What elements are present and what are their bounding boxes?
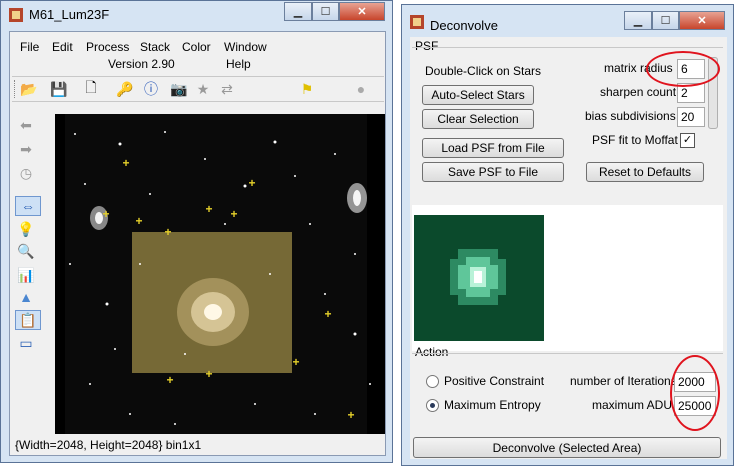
- back-arrow-icon[interactable]: ⬅: [17, 116, 35, 134]
- star-marker[interactable]: +: [345, 409, 357, 421]
- maximize-button[interactable]: ☐: [312, 2, 339, 21]
- positive-constraint-radio[interactable]: [426, 375, 439, 388]
- psf-fit-label: PSF fit to Moffat: [592, 133, 678, 147]
- star-marker[interactable]: +: [120, 157, 132, 169]
- star-marker[interactable]: +: [322, 308, 334, 320]
- minimize-button[interactable]: ▁: [624, 11, 652, 30]
- flag-icon[interactable]: ⚑: [298, 80, 316, 98]
- positive-constraint-label[interactable]: Positive Constraint: [444, 374, 544, 388]
- close-icon: ✕: [357, 6, 367, 18]
- menu-edit[interactable]: Edit: [52, 40, 73, 54]
- maximize-button[interactable]: ☐: [652, 11, 679, 30]
- psf-kernel: [450, 249, 506, 305]
- histogram-icon[interactable]: 📊: [17, 266, 35, 284]
- star-marker[interactable]: +: [203, 203, 215, 215]
- help-icon[interactable]: ⓘ: [142, 80, 160, 98]
- close-button[interactable]: ✕: [339, 2, 385, 21]
- image-window-client: File Edit Process Stack Color Window Ver…: [9, 31, 386, 456]
- menu-process[interactable]: Process: [86, 40, 129, 54]
- pan-icon[interactable]: ⇔: [15, 196, 41, 216]
- maximum-entropy-label[interactable]: Maximum Entropy: [444, 398, 541, 412]
- psf-preview: [412, 205, 723, 351]
- lightbulb-icon[interactable]: 💡: [17, 220, 35, 238]
- new-document-icon[interactable]: 🗋: [82, 79, 100, 98]
- menu-color[interactable]: Color: [182, 40, 211, 54]
- key-icon[interactable]: 🔑: [116, 80, 134, 98]
- maximum-entropy-radio[interactable]: [426, 399, 439, 412]
- max-adu-label: maximum ADU: [592, 398, 673, 412]
- version-label: Version 2.90: [108, 57, 175, 71]
- bias-subdivisions-input[interactable]: 20: [677, 107, 705, 127]
- minimize-icon: ▁: [633, 15, 643, 27]
- close-button[interactable]: ✕: [679, 11, 725, 30]
- astro-image[interactable]: [55, 114, 385, 434]
- app-icon: [410, 15, 424, 29]
- image-window-titlebar[interactable]: M61_Lum23F ▁ ☐ ✕: [1, 1, 392, 29]
- minimize-button[interactable]: ▁: [284, 2, 312, 21]
- tool-strip: ⬅ ➡ ◷ ⇔ 💡 🔍 📊 ▲ 📋 ▭: [12, 104, 42, 424]
- star-marker[interactable]: +: [228, 208, 240, 220]
- zoom-icon[interactable]: 🔍: [17, 242, 35, 260]
- sharpen-count-label: sharpen count: [600, 85, 677, 99]
- deconvolve-titlebar[interactable]: Deconvolve ▁ ☐ ✕: [402, 5, 733, 33]
- iterations-label: number of Iterations: [570, 374, 677, 388]
- stack-icon[interactable]: ▲: [17, 288, 35, 306]
- maximize-icon: ☐: [320, 6, 331, 18]
- star-marker[interactable]: +: [100, 208, 112, 220]
- deconvolve-window: Deconvolve ▁ ☐ ✕ PSF Double-Click on Sta…: [401, 4, 734, 466]
- clipboard-icon[interactable]: 📋: [15, 310, 41, 330]
- menu-window[interactable]: Window: [224, 40, 267, 54]
- status-bar: {Width=2048, Height=2048} bin1x1: [10, 435, 385, 455]
- save-psf-button[interactable]: Save PSF to File: [422, 162, 564, 182]
- image-window-title: M61_Lum23F: [29, 7, 110, 22]
- star-marker[interactable]: +: [133, 215, 145, 227]
- window-icon[interactable]: ▭: [17, 334, 35, 352]
- double-click-label: Double-Click on Stars: [425, 64, 542, 78]
- auto-select-stars-button[interactable]: Auto-Select Stars: [422, 85, 534, 105]
- star-marker[interactable]: +: [162, 226, 174, 238]
- reset-defaults-button[interactable]: Reset to Defaults: [586, 162, 704, 182]
- arrows-icon[interactable]: ⇄: [218, 80, 236, 98]
- deconvolve-client: PSF Double-Click on Stars Auto-Select St…: [410, 37, 727, 459]
- app-icon: [9, 8, 23, 22]
- close-icon: ✕: [697, 15, 707, 27]
- bias-subdivisions-label: bias subdivisions: [585, 109, 676, 123]
- save-icon[interactable]: 💾: [50, 80, 68, 98]
- minimize-icon: ▁: [293, 6, 303, 18]
- deconvolve-button[interactable]: Deconvolve (Selected Area): [413, 437, 721, 458]
- star-marker[interactable]: +: [246, 177, 258, 189]
- psf-fit-checkbox[interactable]: ✓: [680, 133, 695, 148]
- image-window: M61_Lum23F ▁ ☐ ✕ File Edit Process Stack…: [0, 0, 393, 463]
- maximize-icon: ☐: [660, 15, 671, 27]
- deconvolve-title: Deconvolve: [430, 18, 498, 33]
- star-icon[interactable]: ★: [194, 80, 212, 98]
- forward-arrow-icon[interactable]: ➡: [17, 140, 35, 158]
- menu-file[interactable]: File: [20, 40, 39, 54]
- status-text: {Width=2048, Height=2048} bin1x1: [15, 438, 202, 452]
- star-marker[interactable]: +: [164, 374, 176, 386]
- toolbar: 📂 💾 🗋 🔑 ⓘ 📷 ★ ⇄ ⚑ ●: [12, 76, 384, 102]
- open-folder-icon[interactable]: 📂: [20, 80, 38, 98]
- annotation-ellipse-action: [670, 355, 720, 431]
- clear-selection-button[interactable]: Clear Selection: [422, 109, 534, 129]
- load-psf-button[interactable]: Load PSF from File: [422, 138, 564, 158]
- annotation-ellipse-matrix: [646, 51, 720, 87]
- star-marker[interactable]: +: [290, 356, 302, 368]
- camera-icon[interactable]: 📷: [170, 80, 188, 98]
- toolbar-grip[interactable]: [14, 80, 17, 98]
- circle-icon[interactable]: ●: [352, 80, 370, 98]
- clock-icon[interactable]: ◷: [17, 164, 35, 182]
- star-marker[interactable]: +: [203, 368, 215, 380]
- menu-stack[interactable]: Stack: [140, 40, 170, 54]
- menu-help[interactable]: Help: [226, 57, 251, 71]
